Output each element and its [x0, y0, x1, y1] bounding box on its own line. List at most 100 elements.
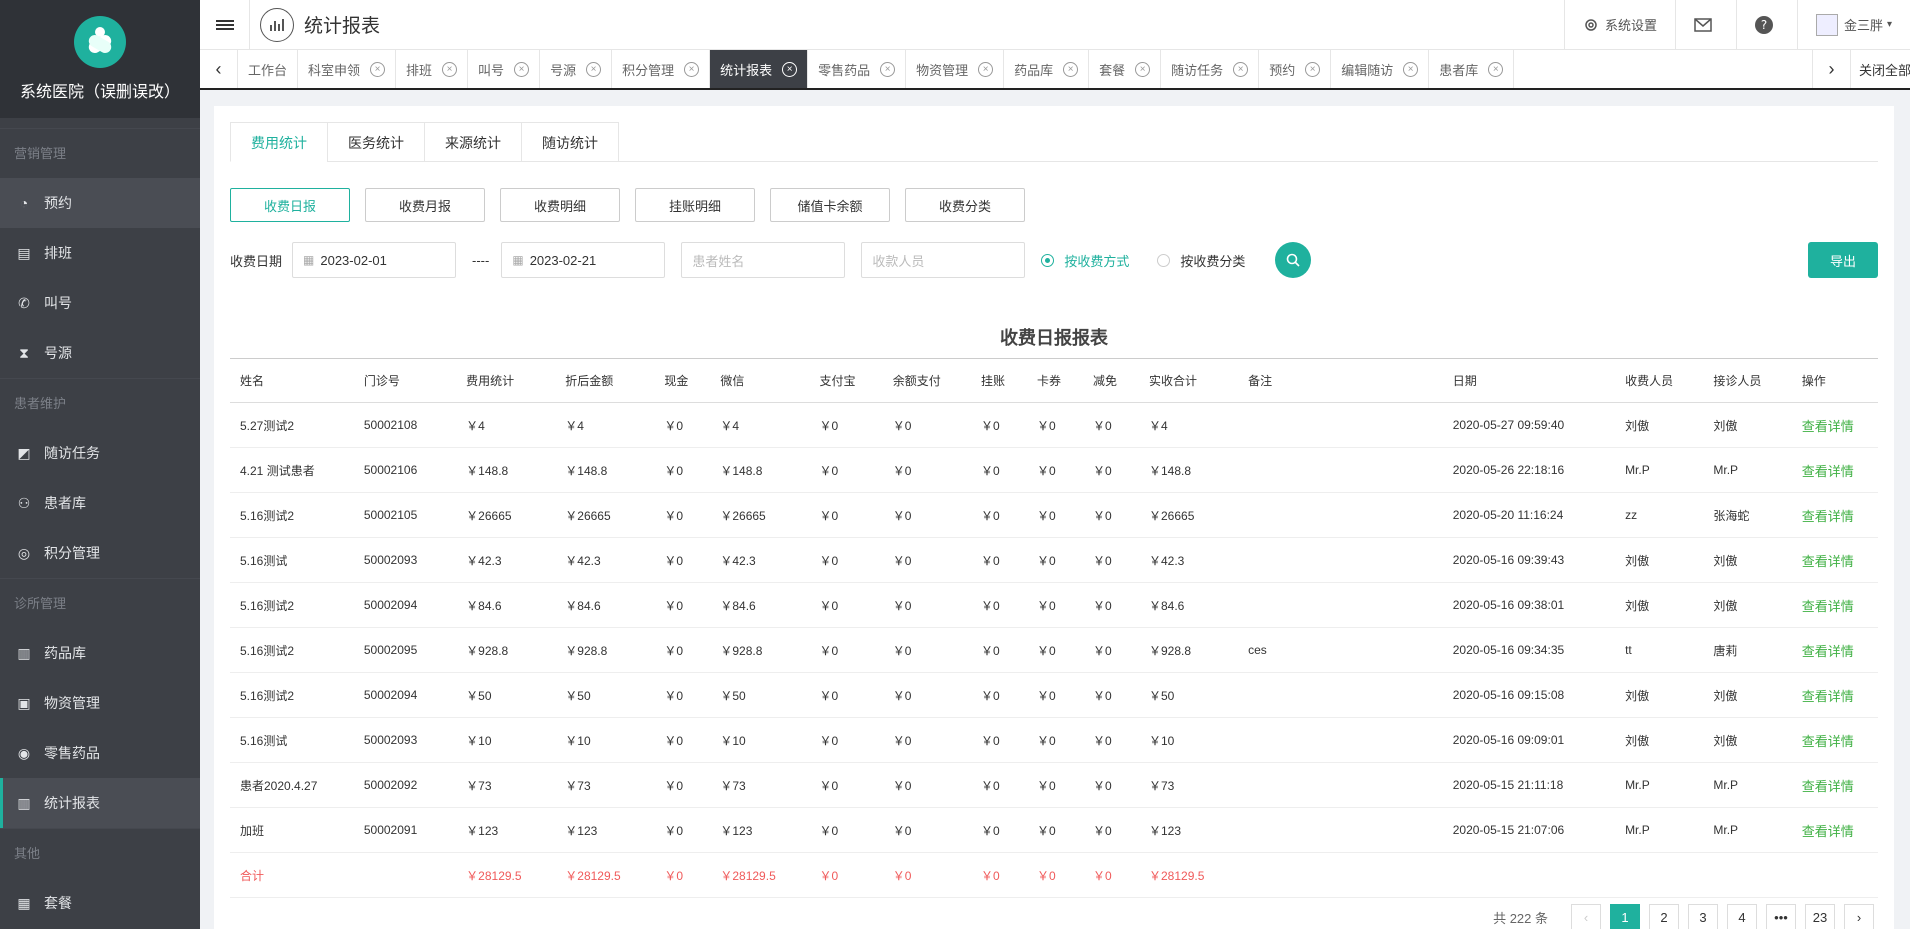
view-details-link[interactable]: 查看详情 — [1791, 717, 1878, 763]
page-button[interactable]: 1 — [1610, 904, 1640, 929]
sidebar-item[interactable]: ▥ 药品库 — [0, 628, 200, 678]
page-tab[interactable]: 物资管理 × — [906, 50, 1005, 88]
report-type-button[interactable]: 收费日报 — [230, 188, 350, 222]
subtab[interactable]: 医务统计 — [327, 122, 424, 162]
export-button[interactable]: 导出 — [1808, 242, 1878, 278]
page-tab[interactable]: 零售药品 × — [808, 50, 907, 88]
page-tab[interactable]: 预约 × — [1259, 50, 1332, 88]
page-tab[interactable]: 积分管理 × — [612, 50, 711, 88]
view-details-link[interactable]: 查看详情 — [1791, 807, 1878, 853]
report-type-button[interactable]: 挂账明细 — [635, 188, 755, 222]
table-cell: 5.16测试2 — [230, 672, 354, 718]
close-icon[interactable]: × — [1403, 61, 1419, 77]
table-cell: 刘傲 — [1703, 717, 1792, 763]
sidebar-item[interactable]: ⧗ 号源 — [0, 328, 200, 378]
table-cell: ￥73 — [710, 762, 810, 808]
subtab[interactable]: 随访统计 — [521, 122, 619, 162]
report-type-button[interactable]: 收费月报 — [365, 188, 485, 222]
page-button[interactable]: 3 — [1688, 904, 1718, 929]
search-button[interactable] — [1275, 242, 1312, 278]
view-details-link[interactable]: 查看详情 — [1791, 492, 1878, 538]
sidebar-item[interactable]: ▤ 排班 — [0, 228, 200, 278]
page-tab[interactable]: 工作台 — [238, 50, 299, 88]
settings-button[interactable]: 系统设置 — [1563, 0, 1675, 50]
page-tabs-bar: ‹ 工作台 科室申领 × 排班 × 叫号 × 号源 × 积分管理 × 统计报表 × 零售药品 × 物资管理 × 药… — [200, 50, 1910, 90]
view-details-link[interactable]: 查看详情 — [1791, 537, 1878, 583]
close-icon[interactable]: × — [1135, 61, 1151, 77]
report-type-button[interactable]: 收费分类 — [905, 188, 1025, 222]
help-button[interactable]: ? — [1735, 0, 1797, 50]
page-tab[interactable]: 科室申领 × — [298, 50, 397, 88]
sidebar-item[interactable]: ⚇ 患者库 — [0, 478, 200, 528]
view-details-link[interactable]: 查看详情 — [1791, 627, 1878, 673]
radio-by-category[interactable]: 按收费分类 — [1157, 251, 1245, 270]
page-tab[interactable]: 药品库 × — [1004, 50, 1090, 88]
page-button[interactable]: 23 — [1805, 904, 1835, 929]
close-icon[interactable]: × — [1233, 61, 1249, 77]
table-cell — [1238, 537, 1443, 583]
page-tab[interactable]: 随访任务 × — [1161, 50, 1260, 88]
statistics-subtabs: 费用统计 医务统计 来源统计 随访统计 — [230, 122, 1878, 162]
close-icon[interactable]: × — [1488, 61, 1504, 77]
prev-page-button[interactable]: ‹ — [1571, 904, 1601, 929]
sidebar-item[interactable]: ▦ 套餐 — [0, 878, 200, 928]
start-date-input[interactable]: ▦ 2023-02-01 — [292, 242, 457, 278]
page-button[interactable]: ••• — [1766, 904, 1796, 929]
sidebar-item[interactable]: ▥ 统计报表 — [0, 778, 200, 828]
sidebar-item-label: 预约 — [44, 195, 72, 211]
close-icon[interactable]: × — [1305, 61, 1321, 77]
subtab[interactable]: 费用统计 — [230, 122, 327, 162]
view-details-link[interactable]: 查看详情 — [1791, 672, 1878, 718]
sidebar-item[interactable]: ✆ 叫号 — [0, 278, 200, 328]
tabs-scroll-left-button[interactable]: ‹ — [200, 50, 238, 88]
table-cell: ￥73 — [1139, 762, 1239, 808]
page-tab[interactable]: 号源 × — [540, 50, 613, 88]
close-icon[interactable]: × — [370, 61, 386, 77]
patient-name-input[interactable]: 患者姓名 — [681, 242, 846, 278]
close-icon[interactable]: × — [586, 61, 602, 77]
sidebar-item[interactable]: ▣ 物资管理 — [0, 678, 200, 728]
view-details-link[interactable]: 查看详情 — [1791, 402, 1878, 448]
page-tab[interactable]: 患者库 × — [1429, 50, 1515, 88]
view-details-link[interactable]: 查看详情 — [1791, 762, 1878, 808]
page-tab[interactable]: 编辑随访 × — [1331, 50, 1430, 88]
column-header: 姓名 — [230, 358, 354, 403]
sidebar-item[interactable]: ◔ 预约 — [0, 178, 200, 228]
cashier-input[interactable]: 收款人员 — [861, 242, 1026, 278]
close-icon[interactable]: × — [782, 61, 798, 77]
close-all-tabs-button[interactable]: 关闭全部 — [1850, 50, 1910, 88]
sidebar-item[interactable]: ◩ 随访任务 — [0, 428, 200, 478]
close-icon[interactable]: × — [684, 61, 700, 77]
next-page-button[interactable]: › — [1844, 904, 1874, 929]
radio-by-payment-method[interactable]: 按收费方式 — [1041, 251, 1129, 270]
tabs-scroll-right-button[interactable]: › — [1812, 50, 1850, 88]
sidebar-item[interactable]: ◉ 零售药品 — [0, 728, 200, 778]
report-type-button[interactable]: 收费明细 — [500, 188, 620, 222]
end-date-input[interactable]: ▦ 2023-02-21 — [501, 242, 666, 278]
close-icon[interactable]: × — [978, 61, 994, 77]
report-type-button[interactable]: 储值卡余额 — [770, 188, 890, 222]
table-cell: ￥42.3 — [710, 537, 810, 583]
close-icon[interactable]: × — [880, 61, 896, 77]
page-button[interactable]: 4 — [1727, 904, 1757, 929]
table-cell: zz — [1615, 492, 1704, 538]
page-tab[interactable]: 套餐 × — [1089, 50, 1162, 88]
table-cell: ces — [1238, 627, 1443, 673]
page-button[interactable]: 2 — [1649, 904, 1679, 929]
sidebar-item[interactable]: ◎ 积分管理 — [0, 528, 200, 578]
user-menu[interactable]: 金三胖 ▾ — [1796, 0, 1910, 50]
subtab[interactable]: 来源统计 — [424, 122, 521, 162]
sidebar-group-label: 患者维护 — [0, 378, 200, 428]
page-tab[interactable]: 统计报表 × — [710, 50, 809, 88]
view-details-link[interactable]: 查看详情 — [1791, 447, 1878, 493]
view-details-link[interactable]: 查看详情 — [1791, 582, 1878, 628]
mail-button[interactable] — [1674, 0, 1736, 50]
sidebar-menu: 营销管理 ◔ 预约 ▤ 排班 ✆ 叫号 ⧗ 号源 患者维护 ◩ 随访任务 ⚇ 患者库 ◎ 积分管理 诊所管理 ▥ 药… — [0, 128, 200, 928]
page-tab[interactable]: 叫号 × — [468, 50, 541, 88]
table-cell: ￥50 — [710, 672, 810, 718]
close-icon[interactable]: × — [1063, 61, 1079, 77]
menu-toggle-button[interactable] — [200, 0, 250, 50]
close-icon[interactable]: × — [442, 61, 458, 77]
close-icon[interactable]: × — [514, 61, 530, 77]
page-tab[interactable]: 排班 × — [396, 50, 469, 88]
